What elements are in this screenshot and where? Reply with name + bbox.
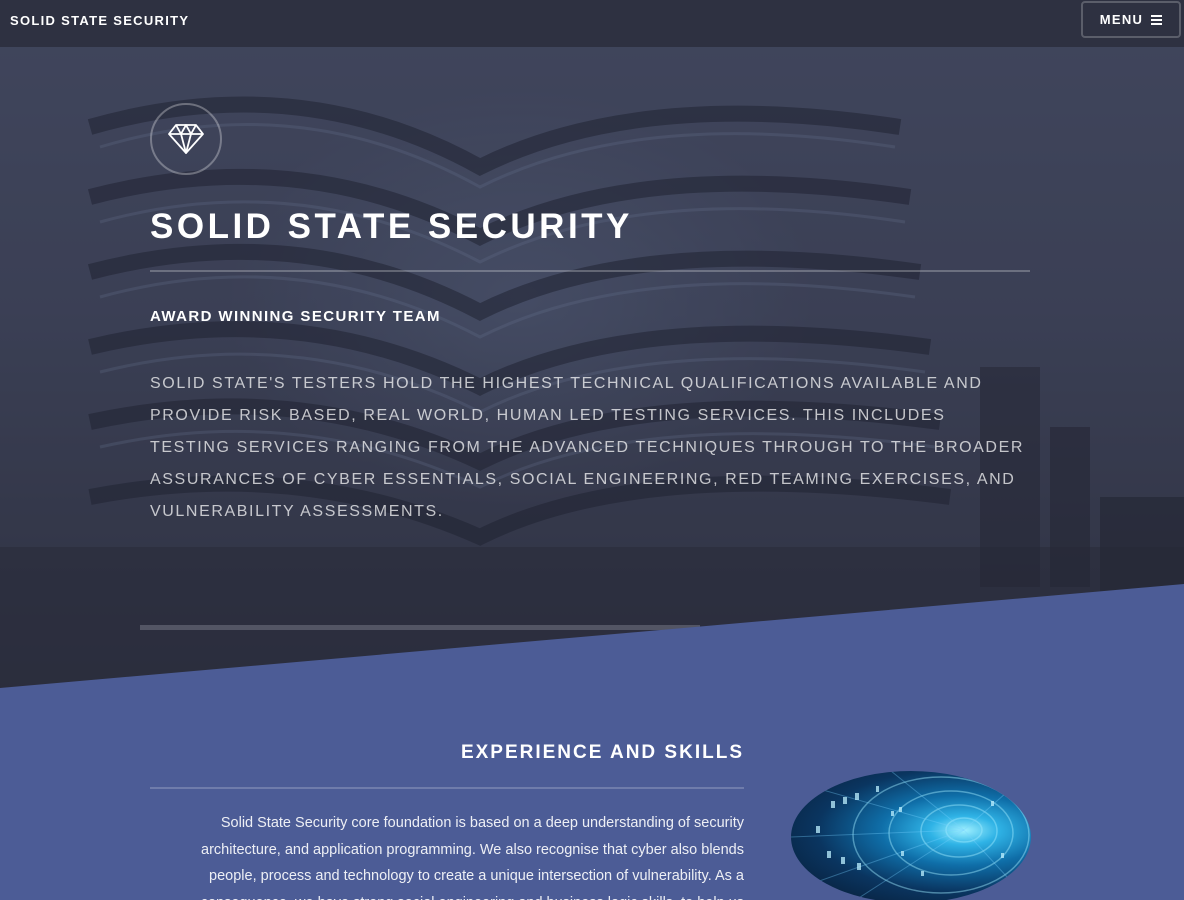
menu-button[interactable]: MENU (1081, 1, 1181, 38)
site-brand-link[interactable]: SOLID STATE SECURITY (10, 13, 189, 28)
section-title: EXPERIENCE AND SKILLS (460, 742, 744, 763)
divider (150, 787, 744, 789)
hero-description: SOLID STATE'S TESTERS HOLD THE HIGHEST T… (150, 375, 1025, 520)
diamond-icon (168, 124, 204, 154)
site-header: SOLID STATE SECURITY MENU (0, 0, 1184, 47)
cyber-tunnel-image (791, 771, 1031, 900)
section-body: Solid State Security core foundation is … (201, 815, 744, 900)
divider (150, 270, 1030, 272)
section-divider (0, 584, 1184, 710)
hero-subtitle: AWARD WINNING SECURITY TEAM (150, 308, 441, 325)
hero-title: SOLID STATE SECURITY (150, 207, 633, 246)
hamburger-icon (1151, 15, 1163, 25)
menu-label: MENU (1099, 12, 1144, 27)
logo-badge (150, 103, 222, 175)
